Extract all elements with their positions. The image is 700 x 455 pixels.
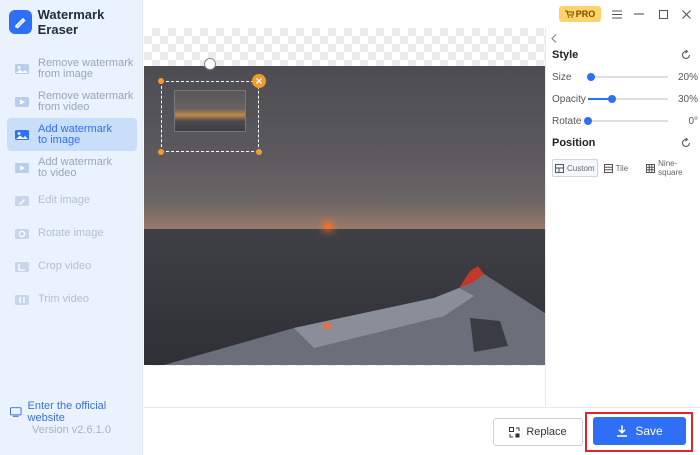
sidebar-item-label: Crop video [38, 260, 92, 272]
position-tile-option[interactable]: Tile [602, 159, 631, 177]
official-website-label: Enter the official website [27, 400, 107, 424]
position-nine-square-option[interactable]: Nine-square [644, 159, 684, 177]
watermark-selection[interactable] [158, 78, 262, 155]
resize-handle[interactable] [158, 149, 164, 155]
image-add-icon [15, 129, 29, 140]
official-website-link[interactable]: Enter the official website [10, 400, 142, 424]
custom-layout-icon [555, 163, 564, 173]
pro-button[interactable]: PRO [559, 6, 601, 22]
resize-handle[interactable] [256, 149, 262, 155]
edit-image-icon [15, 195, 29, 206]
hamburger-menu-icon [612, 9, 622, 19]
cart-icon [564, 10, 574, 18]
rotate-value: 0° [688, 115, 698, 127]
rotate-image-icon [15, 228, 29, 239]
replace-icon [509, 426, 520, 437]
pro-label: PRO [575, 9, 596, 19]
position-nine-square-label: Nine- [658, 159, 678, 168]
sidebar-item-crop-video[interactable]: Crop video [7, 250, 137, 283]
position-nine-square-label: square [658, 168, 683, 177]
rotate-handle[interactable] [204, 58, 216, 70]
sidebar-item-remove-watermark-video[interactable]: Remove watermark from video [7, 85, 137, 118]
app-logo-icon [9, 10, 32, 34]
image-icon [15, 63, 29, 74]
close-button[interactable] [676, 4, 696, 24]
video-add-icon [15, 162, 29, 173]
version-label: Version v2.6.1.0 [32, 424, 111, 436]
sidebar-item-trim-video[interactable]: Trim video [7, 283, 137, 316]
top-bar: PRO [144, 0, 700, 28]
image-canvas[interactable] [144, 28, 545, 366]
chevron-left-icon [551, 34, 557, 43]
position-title: Position [552, 137, 596, 149]
sidebar-item-add-watermark-image[interactable]: Add watermark to image [7, 118, 137, 151]
slider-thumb[interactable] [587, 73, 595, 81]
maximize-button[interactable] [653, 4, 673, 24]
reset-position-icon[interactable] [681, 138, 691, 148]
settings-panel: Style Size 20% Opacity 30% Rotate 0° Pos… [545, 28, 700, 407]
sidebar-item-label: Edit image [38, 194, 90, 206]
sidebar-item-label: from image [38, 67, 94, 80]
app-title: Watermark Eraser [37, 7, 105, 37]
brand: Watermark Eraser [9, 7, 142, 37]
sidebar-item-remove-watermark-image[interactable]: Remove watermark from image [7, 52, 137, 85]
close-icon [256, 78, 262, 84]
replace-label: Replace [526, 426, 567, 438]
position-custom-option[interactable]: Custom [552, 159, 598, 177]
sidebar-item-label: Rotate image [38, 227, 104, 239]
slider-track[interactable] [587, 73, 668, 81]
size-value: 20% [677, 71, 698, 83]
save-button[interactable]: Save [593, 417, 686, 445]
slider-thumb[interactable] [608, 95, 616, 103]
sidebar-item-edit-image[interactable]: Edit image [7, 184, 137, 217]
size-slider[interactable]: Size 20% [552, 70, 698, 84]
rotate-label: Rotate [552, 115, 582, 127]
position-tile-label: Tile [615, 163, 629, 173]
save-label: Save [635, 424, 663, 438]
maximize-icon [658, 9, 668, 19]
position-options: Custom Tile Nine-square [552, 159, 697, 177]
minimize-button[interactable] [629, 4, 649, 24]
tile-layout-icon [603, 163, 613, 173]
rotate-slider[interactable]: Rotate 0° [552, 114, 698, 128]
menu-button[interactable] [607, 4, 627, 24]
replace-button[interactable]: Replace [493, 418, 583, 446]
sidebar-item-label: Trim video [38, 293, 89, 305]
watermark-image [174, 90, 246, 132]
grid-layout-icon [646, 163, 656, 173]
size-label: Size [552, 71, 572, 83]
back-button[interactable] [551, 32, 557, 46]
sidebar-item-add-watermark-video[interactable]: Add watermark to video [7, 151, 137, 184]
sidebar-item-rotate-image[interactable]: Rotate image [7, 217, 137, 250]
slider-track[interactable] [584, 117, 668, 125]
opacity-value: 30% [677, 93, 698, 105]
sidebar-item-label: to image [38, 133, 81, 146]
slider-track[interactable] [588, 95, 668, 103]
video-icon [15, 96, 29, 107]
sidebar-item-label: from video [38, 100, 90, 113]
crop-video-icon [15, 261, 29, 272]
sidebar-nav: Remove watermark from image Remove waterm… [7, 52, 137, 316]
style-title: Style [552, 49, 579, 61]
opacity-slider[interactable]: Opacity 30% [552, 92, 698, 106]
delete-watermark-button[interactable] [252, 74, 266, 88]
slider-thumb[interactable] [584, 117, 592, 125]
close-icon [681, 9, 691, 19]
trim-video-icon [15, 294, 29, 305]
reset-style-icon[interactable] [681, 50, 691, 60]
position-custom-label: Custom [567, 163, 595, 173]
minimize-icon [634, 13, 644, 15]
sidebar-item-label: to video [38, 166, 77, 179]
opacity-label: Opacity [552, 93, 586, 105]
resize-handle[interactable] [158, 78, 164, 84]
sidebar: Watermark Eraser Remove watermark from im… [0, 0, 143, 455]
download-icon [617, 425, 628, 437]
monitor-icon [10, 407, 22, 417]
bottom-bar: Replace Save [144, 407, 700, 455]
